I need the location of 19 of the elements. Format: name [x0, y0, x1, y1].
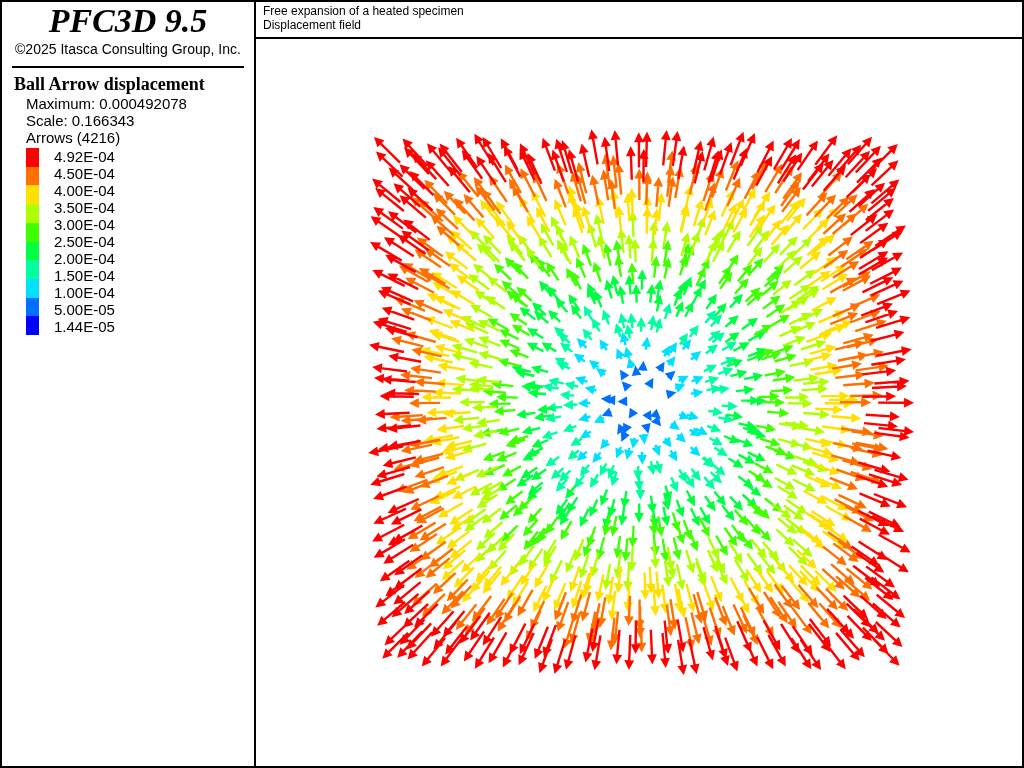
legend-value: 1.00E-04	[54, 284, 115, 301]
legend-value: 4.92E-04	[54, 148, 115, 165]
legend-value: 4.00E-04	[54, 182, 115, 199]
legend-value: 3.50E-04	[54, 199, 115, 216]
legend-value: 2.50E-04	[54, 233, 115, 250]
scale-text: Scale: 0.166343	[26, 112, 136, 129]
legend-value: 1.50E-04	[54, 267, 115, 284]
arrow-count-text: Arrows (4216)	[26, 129, 122, 146]
app-title: PFC3D 9.5	[47, 3, 209, 39]
legend-value: 4.50E-04	[54, 165, 115, 182]
copyright-text: ©2025 Itasca Consulting Group, Inc.	[14, 41, 242, 57]
legend-value: 3.00E-04	[54, 216, 115, 233]
plot-title: Free expansion of a heated specimen	[263, 4, 465, 18]
legend-value: 1.44E-05	[54, 318, 115, 335]
legend-title: Ball Arrow displacement	[14, 74, 206, 95]
maximum-text: Maximum: 0.000492078	[26, 95, 188, 112]
plot-title: Displacement field	[263, 18, 363, 32]
legend-value: 2.00E-04	[54, 250, 115, 267]
legend-value: 5.00E-05	[54, 301, 115, 318]
